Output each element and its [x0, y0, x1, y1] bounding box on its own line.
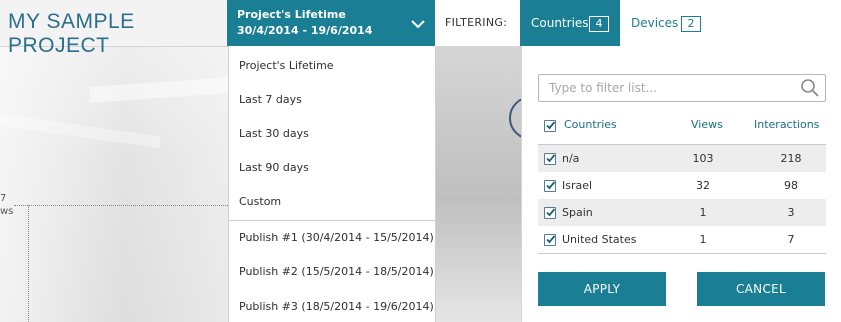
interactions-value: 98 — [784, 179, 798, 192]
row-checkbox[interactable] — [544, 234, 556, 246]
dropdown-item-last-7-days[interactable]: Last 7 days — [239, 93, 302, 106]
top-bar: MY SAMPLE PROJECT Project's Lifetime 30/… — [0, 0, 841, 57]
chart-axis-value: 7 — [0, 193, 7, 204]
chart-gridline — [28, 205, 29, 322]
check-icon — [546, 235, 556, 244]
table-row[interactable]: Israel 32 98 — [538, 172, 826, 199]
column-header-views[interactable]: Views — [691, 118, 723, 131]
chart-gridline — [14, 205, 228, 206]
background-column — [435, 46, 521, 322]
filter-search-input[interactable] — [538, 74, 826, 102]
table-row[interactable]: United States 1 7 — [538, 226, 826, 253]
column-header-interactions[interactable]: Interactions — [754, 118, 819, 131]
country-name: Israel — [562, 179, 593, 192]
project-title-area: MY SAMPLE PROJECT — [0, 0, 227, 57]
apply-button[interactable]: APPLY — [538, 272, 666, 306]
filtering-label: FILTERING: — [445, 16, 508, 29]
row-checkbox[interactable] — [544, 180, 556, 192]
row-checkbox[interactable] — [544, 207, 556, 219]
interactions-value: 7 — [787, 233, 795, 246]
countries-filter-panel: Countries Views Interactions n/a 103 218… — [521, 46, 841, 322]
views-value: 103 — [692, 152, 714, 165]
dropdown-item-publish-1[interactable]: Publish #1 (30/4/2014 - 15/5/2014) — [239, 231, 434, 244]
tab-devices[interactable]: Devices 2 — [620, 0, 710, 46]
views-value: 1 — [699, 233, 707, 246]
table-row[interactable]: n/a 103 218 — [538, 145, 826, 172]
row-checkbox[interactable] — [544, 153, 556, 165]
views-value: 32 — [696, 179, 710, 192]
dropdown-item-custom[interactable]: Custom — [239, 195, 281, 208]
check-icon — [546, 181, 556, 190]
cancel-button[interactable]: CANCEL — [697, 272, 825, 306]
dropdown-item-publish-2[interactable]: Publish #2 (15/5/2014 - 18/5/2014) — [239, 265, 434, 278]
table-bottom-divider — [538, 253, 826, 254]
check-icon — [546, 154, 556, 163]
date-range-value: 30/4/2014 - 19/6/2014 — [237, 24, 373, 37]
search-icon[interactable] — [800, 78, 820, 102]
dropdown-divider — [229, 220, 435, 221]
country-name: Spain — [562, 206, 593, 219]
date-range-dropdown: Project's Lifetime Last 7 days Last 30 d… — [228, 46, 436, 322]
tab-label: Countries — [531, 16, 589, 30]
tab-countries[interactable]: Countries 4 — [520, 0, 620, 46]
count-badge: 4 — [589, 16, 609, 32]
count-badge: 2 — [681, 16, 701, 32]
date-range-title: Project's Lifetime — [237, 8, 346, 21]
column-header-countries[interactable]: Countries — [564, 118, 617, 131]
country-name: United States — [562, 233, 637, 246]
dropdown-item-publish-3[interactable]: Publish #3 (18/5/2014 - 19/6/2014) — [239, 300, 434, 313]
interactions-value: 218 — [780, 152, 802, 165]
check-icon — [546, 208, 556, 217]
chevron-down-icon — [410, 15, 426, 34]
project-title: MY SAMPLE PROJECT — [8, 10, 135, 57]
dropdown-item-lifetime[interactable]: Project's Lifetime — [239, 59, 334, 72]
tab-label: Devices — [631, 16, 679, 30]
select-all-checkbox[interactable] — [544, 120, 556, 132]
country-name: n/a — [562, 152, 580, 165]
interactions-value: 3 — [787, 206, 795, 219]
date-range-selector[interactable]: Project's Lifetime 30/4/2014 - 19/6/2014 — [227, 0, 435, 46]
table-row[interactable]: Spain 1 3 — [538, 199, 826, 226]
chart-axis-unit: ws — [0, 206, 14, 217]
dropdown-item-last-30-days[interactable]: Last 30 days — [239, 127, 309, 140]
views-value: 1 — [699, 206, 707, 219]
dropdown-item-last-90-days[interactable]: Last 90 days — [239, 161, 309, 174]
check-icon — [546, 121, 556, 130]
